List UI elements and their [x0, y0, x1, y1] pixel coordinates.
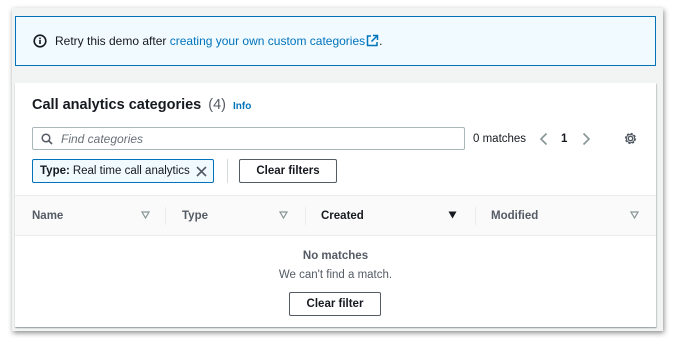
alert-text: Retry this demo after: [55, 34, 170, 48]
column-separator: [165, 207, 166, 225]
info-alert: Retry this demo after creating your own …: [15, 16, 656, 66]
match-count: 0 matches: [473, 133, 527, 145]
panel-title: Call analytics categories: [32, 97, 202, 113]
column-header-modified[interactable]: Modified: [491, 196, 646, 235]
close-icon[interactable]: [195, 165, 208, 178]
sort-icon: [630, 211, 639, 219]
filter-token-key: Type:: [40, 165, 70, 177]
categories-panel: Call analytics categories (4) Info 0 mat…: [15, 83, 656, 327]
column-label-type: Type: [182, 209, 208, 222]
column-header-name[interactable]: Name: [32, 196, 162, 235]
panel-header: Call analytics categories (4) Info: [32, 97, 251, 113]
chevron-right-icon[interactable]: [581, 132, 591, 146]
external-link-icon: [366, 34, 379, 47]
filter-token-value: Real time call analytics: [72, 165, 190, 177]
filter-token: Type: Real time call analytics: [32, 159, 214, 183]
pagination: 1: [539, 129, 591, 149]
clear-filter-button[interactable]: Clear filter: [289, 292, 381, 316]
alert-suffix: .: [379, 34, 383, 48]
current-page[interactable]: 1: [561, 133, 567, 145]
filter-divider: [227, 159, 228, 183]
search-icon: [41, 132, 53, 145]
sort-icon: [279, 211, 288, 219]
sort-descending-icon: [448, 211, 457, 219]
chevron-left-icon[interactable]: [539, 132, 549, 146]
custom-categories-link[interactable]: creating your own custom categories: [170, 34, 379, 48]
column-separator: [475, 207, 476, 225]
column-separator: [305, 207, 306, 225]
search-field[interactable]: [32, 127, 465, 150]
column-label-name: Name: [32, 209, 64, 222]
info-icon: [33, 34, 47, 48]
search-input[interactable]: [61, 131, 441, 146]
category-count: (4): [208, 97, 226, 113]
sort-icon: [141, 211, 150, 219]
empty-state-title: No matches: [302, 250, 369, 262]
column-header-created[interactable]: Created: [321, 196, 471, 235]
empty-state-description: We can't find a match.: [278, 269, 393, 281]
column-header-type[interactable]: Type: [182, 196, 302, 235]
custom-categories-link-label: creating your own custom categories: [169, 34, 366, 48]
info-link[interactable]: Info: [233, 101, 251, 112]
column-label-modified: Modified: [491, 209, 539, 222]
column-label-created: Created: [321, 209, 364, 222]
clear-filters-button[interactable]: Clear filters: [239, 159, 337, 183]
table-header: Name Type Created Modified: [15, 195, 656, 236]
settings-gear-icon[interactable]: [623, 131, 638, 146]
